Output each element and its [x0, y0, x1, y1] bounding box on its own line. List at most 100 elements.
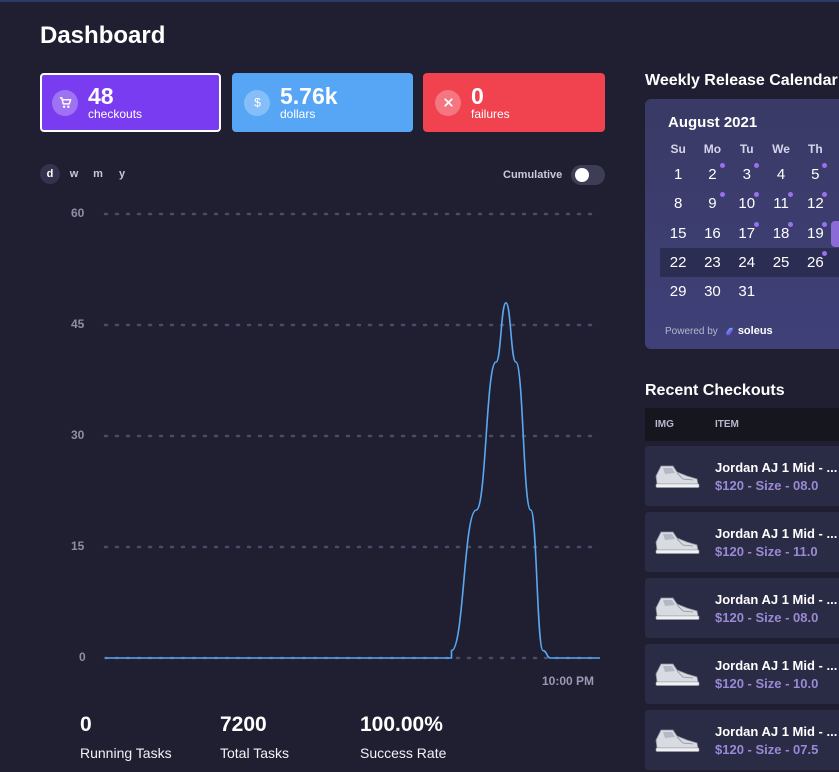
calendar-day-number: 11: [773, 195, 789, 213]
calendar-day[interactable]: 12: [798, 189, 832, 218]
cumulative-toggle[interactable]: [571, 165, 606, 185]
svg-text:$: $: [254, 96, 261, 110]
recent-checkouts-title: Recent Checkouts: [645, 382, 785, 399]
checkout-row[interactable]: Jordan AJ 1 Mid - ... $120 - Size - 08.0: [645, 446, 839, 506]
calendar-day-number: 31: [738, 283, 756, 301]
total-tasks-label: Total Tasks: [220, 745, 289, 761]
running-tasks-value: 0: [80, 713, 92, 736]
soleus-brand[interactable]: soleus: [724, 325, 773, 337]
calendar-day[interactable]: 26: [798, 248, 832, 277]
calendar-day[interactable]: 4: [764, 160, 798, 189]
recent-checkouts-table: IMG ITEM Jordan AJ 1 Mid - ... $120 - Siz…: [645, 408, 839, 770]
calendar-day[interactable]: 31: [730, 277, 764, 306]
running-tasks-stat: 0 Running Tasks: [80, 713, 172, 761]
dollar-icon: $: [244, 89, 270, 116]
checkout-row[interactable]: Jordan AJ 1 Mid - ... $120 - Size - 11.0: [645, 512, 839, 572]
calendar-day[interactable]: 30: [695, 277, 729, 306]
release-dot: [822, 163, 828, 168]
y-tick-label: 0: [79, 650, 86, 664]
success-rate-value: 100.00%: [360, 713, 443, 736]
sneaker-image: [655, 597, 700, 620]
release-dot: [753, 221, 759, 227]
checkout-item-detail: $120 - Size - 08.0: [715, 477, 819, 493]
calendar-day-number: 3: [742, 166, 751, 184]
calendar-day[interactable]: 10: [730, 189, 764, 218]
checkout-row[interactable]: Jordan AJ 1 Mid - ... $120 - Size - 10.0: [645, 644, 839, 704]
y-tick-label: 45: [71, 317, 85, 331]
failures-card[interactable]: 0 failures: [423, 73, 605, 132]
calendar-day-number: 29: [669, 283, 687, 301]
y-tick-label: 30: [71, 428, 85, 442]
dollars-value: 5.76k: [280, 82, 338, 109]
calendar-day[interactable]: 25: [764, 248, 798, 277]
tab-month[interactable]: m: [88, 164, 108, 184]
tab-day[interactable]: d: [40, 164, 60, 184]
close-icon: [435, 89, 461, 116]
checkouts-label: checkouts: [88, 106, 143, 121]
calendar-week-row: 1 2 3 4 5: [661, 160, 839, 189]
checkout-item-name: Jordan AJ 1 Mid - ...: [715, 723, 838, 739]
calendar-day[interactable]: 24: [730, 248, 764, 277]
release-dot: [753, 192, 759, 198]
release-dot: [788, 221, 794, 227]
column-header-img: IMG: [655, 419, 674, 430]
failures-label: failures: [471, 106, 510, 121]
cumulative-label: Cumulative: [503, 169, 563, 181]
calendar-day-number: 2: [708, 166, 717, 184]
calendar-day[interactable]: 5: [798, 160, 832, 189]
calendar-day-number: 4: [776, 166, 786, 184]
checkouts-card[interactable]: 48 checkouts: [40, 73, 221, 132]
calendar-day[interactable]: 16: [695, 219, 729, 248]
calendar-day[interactable]: 29: [661, 277, 695, 306]
calendar-day-number: 30: [704, 283, 721, 301]
soleus-logo-icon: [725, 327, 733, 335]
calendar-day[interactable]: 18: [764, 219, 798, 248]
running-tasks-label: Running Tasks: [80, 745, 172, 761]
total-tasks-value: 7200: [220, 713, 267, 736]
dollars-card[interactable]: $ 5.76k dollars: [232, 73, 413, 132]
sneaker-image: [655, 729, 700, 752]
page-title: Dashboard: [40, 22, 166, 49]
calendar-day-number: 26: [806, 254, 824, 272]
calendar-section-title: Weekly Release Calendar: [645, 72, 838, 89]
calendar-day[interactable]: 8: [661, 189, 695, 218]
success-rate-label: Success Rate: [360, 745, 447, 761]
tab-week[interactable]: w: [64, 164, 84, 184]
calendar-day-number: 1: [673, 166, 683, 184]
cumulative-control: Cumulative: [503, 165, 606, 185]
checkouts-value: 48: [88, 82, 114, 109]
calendar-weekdays: Su Mo Tu We Th: [661, 142, 832, 156]
calendar-weekday: We: [772, 142, 790, 156]
calendar-day[interactable]: 2: [695, 160, 729, 189]
top-accent-line: [0, 0, 839, 2]
calendar-day[interactable]: 1: [661, 160, 695, 189]
calendar-day[interactable]: 19: [798, 219, 832, 248]
table-header: IMG ITEM: [645, 408, 839, 441]
powered-by: Powered by soleus: [665, 325, 773, 337]
calendar-day-number: 12: [806, 195, 824, 213]
chart-canvas: [103, 212, 602, 660]
range-tabs: d w m y: [40, 164, 132, 184]
checkout-row[interactable]: Jordan AJ 1 Mid - ... $120 - Size - 08.0: [645, 578, 839, 638]
sneaker-image: [655, 465, 700, 488]
calendar-day[interactable]: 22: [661, 248, 695, 277]
tab-year[interactable]: y: [112, 164, 132, 184]
calendar-day[interactable]: 15: [661, 219, 695, 248]
cart-icon: [52, 89, 78, 116]
checkout-item-detail: $120 - Size - 11.0: [715, 543, 818, 559]
y-tick-label: 15: [71, 539, 85, 553]
sneaker-image: [655, 531, 700, 554]
checkout-item-detail: $120 - Size - 07.5: [715, 741, 819, 757]
release-calendar: August 2021 Su Mo Tu We Th 1 2 3 4 5 8 9 10 11 12 15 16…: [645, 99, 839, 349]
calendar-day[interactable]: 11: [764, 189, 798, 218]
total-tasks-stat: 7200 Total Tasks: [220, 713, 289, 761]
calendar-day[interactable]: 3: [730, 160, 764, 189]
powered-by-label: Powered by: [665, 325, 718, 337]
sneaker-image: [655, 663, 700, 686]
calendar-day[interactable]: 17: [730, 219, 764, 248]
calendar-day[interactable]: 9: [695, 189, 729, 218]
release-dot: [719, 192, 725, 198]
calendar-day-number: 19: [806, 224, 824, 242]
calendar-day[interactable]: 23: [695, 248, 729, 277]
checkout-row[interactable]: Jordan AJ 1 Mid - ... $120 - Size - 07.5: [645, 710, 839, 770]
